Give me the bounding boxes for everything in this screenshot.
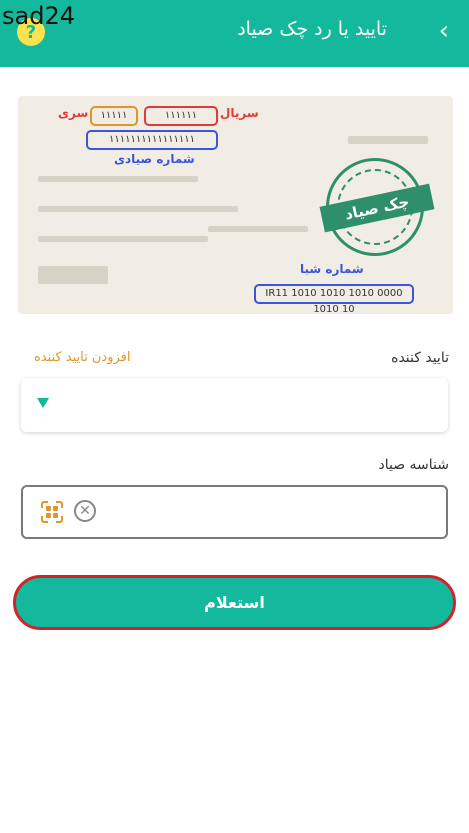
series-box: ۱۱۱۱۱: [90, 106, 138, 126]
add-confirmer-link[interactable]: افزودن تایید کننده: [34, 350, 131, 365]
sayadi-number-label: شماره صیادی: [114, 152, 195, 166]
sayadi-number-box: ۱۱۱۱۱۱۱۱۱۱۱۱۱۱۱۱: [86, 130, 218, 150]
sayad-id-label: شناسه صیاد: [378, 457, 449, 473]
sayad-seal: چک صیاد: [319, 158, 435, 256]
serial-box: ۱۱۱۱۱۱: [144, 106, 218, 126]
check-line: [38, 176, 198, 182]
back-arrow-icon[interactable]: ‹: [439, 16, 449, 46]
series-label: سری: [58, 106, 89, 120]
inquiry-button[interactable]: استعلام: [13, 575, 456, 630]
check-line: [348, 136, 428, 144]
check-line: [38, 266, 108, 284]
qr-scan-icon[interactable]: [41, 501, 63, 523]
shaba-number-box: IR11 1010 1010 1010 0000 1010 10: [254, 284, 414, 314]
confirmer-dropdown[interactable]: [21, 378, 448, 432]
serial-label: سریال: [220, 106, 259, 120]
clear-input-icon[interactable]: ✕: [74, 500, 96, 522]
dropdown-arrow-icon: [37, 398, 49, 408]
page-title: تایید یا رد چک صیاد: [237, 18, 387, 40]
sayad-id-input[interactable]: ✕: [21, 485, 448, 539]
confirmer-label: تایید کننده: [391, 350, 449, 366]
check-line: [208, 226, 308, 232]
check-line: [38, 236, 208, 242]
shaba-label: شماره شبا: [300, 262, 364, 276]
watermark: sad24: [2, 2, 75, 30]
sample-check-image: ۱۱۱۱۱۱ سریال ۱۱۱۱۱ سری ۱۱۱۱۱۱۱۱۱۱۱۱۱۱۱۱ …: [18, 96, 453, 314]
check-line: [38, 206, 238, 212]
